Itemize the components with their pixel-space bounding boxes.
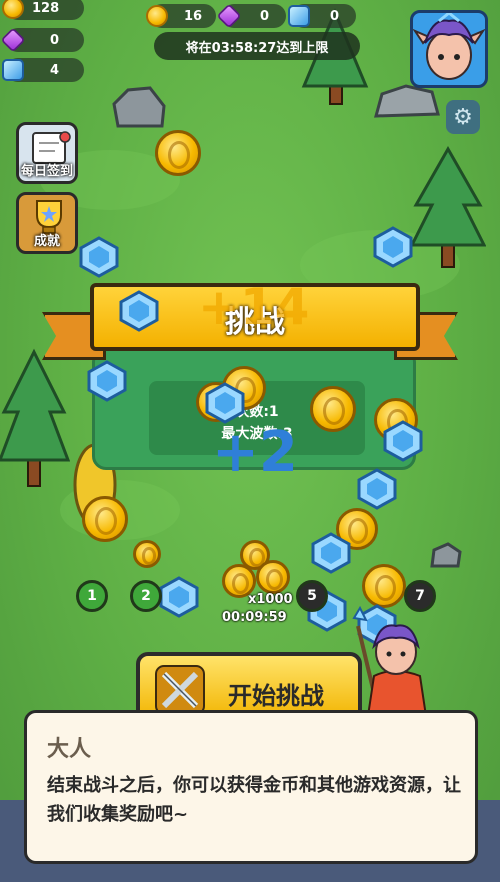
flying-coin [133,540,161,568]
dialog-text: 结束战斗之后，你可以获得金币和其他游戏资源，让我们收集奖励吧~ [47,775,461,825]
top-crystal-value: 0 [330,8,340,24]
left-crystal-counter: 4 [2,58,84,82]
gear-icon: ⚙ [453,104,473,130]
left-gem-value: 0 [50,32,60,48]
elf-hero-icon [352,606,428,716]
rock-icon [112,86,166,128]
achievements-button[interactable]: 成就 [16,192,78,254]
top-crystal-counter: 0 [288,4,356,28]
flying-coin [82,496,128,542]
dialog-speaker: 大人 [47,737,92,762]
reward-multiplier: x1000 [248,592,293,607]
flying-coin [362,564,406,608]
flying-crystal [311,532,351,574]
gem-icon [216,3,242,29]
wave-node-1: 1 [76,580,108,612]
top-coin-counter: 16 [146,4,216,28]
wave-countdown: 00:09:59 [222,610,287,625]
tree-icon [0,348,70,487]
gem-icon [0,27,26,53]
top-coin-value: 16 [184,8,203,24]
tree-icon [410,145,486,268]
wave-node-5: 5 [296,580,328,612]
daily-signin-label: 每日签到 [20,164,73,179]
settings-gear-button[interactable]: ⚙ [446,100,480,134]
left-coin-counter: 128 [2,0,84,20]
left-coin-value: 128 [32,0,60,16]
rock-icon [430,542,462,568]
daily-signin-button[interactable]: 每日签到 [16,122,78,184]
coin-icon [2,0,24,19]
flying-crystal [205,382,245,424]
game-scene: 128 0 4 16 0 0 将在03:58:27达到上限 ⚙ 每日签到 成就 … [0,0,500,882]
flying-coin [256,560,290,594]
flying-crystal [87,360,127,402]
flying-coin [310,386,356,432]
crystal-icon [2,59,24,81]
crystal-icon [288,5,310,27]
achievements-label: 成就 [33,234,60,249]
player-avatar-button[interactable] [410,10,488,88]
flying-crystal [357,468,397,510]
energy-timer: 将在03:58:27达到上限 [154,32,360,60]
flying-crystal [383,420,423,462]
left-gem-counter: 0 [0,27,84,53]
coin-icon [146,5,168,27]
start-challenge-label: 开始挑战 [228,682,324,710]
top-gem-counter: 0 [216,3,286,29]
top-gem-value: 0 [260,8,270,24]
flying-crystal [159,576,199,618]
tutorial-dialog[interactable]: 大人 结束战斗之后，你可以获得金币和其他游戏资源，让我们收集奖励吧~ [24,710,478,864]
flying-crystal [119,290,159,332]
flying-crystal [79,236,119,278]
flying-crystal [373,226,413,268]
elf-portrait-icon [413,13,485,80]
flying-coin [155,130,201,176]
wave-node-2: 2 [130,580,162,612]
coin-gain-text: +14 [198,278,310,336]
crystal-gain-text: +2 [212,420,298,485]
left-crystal-value: 4 [50,62,60,78]
